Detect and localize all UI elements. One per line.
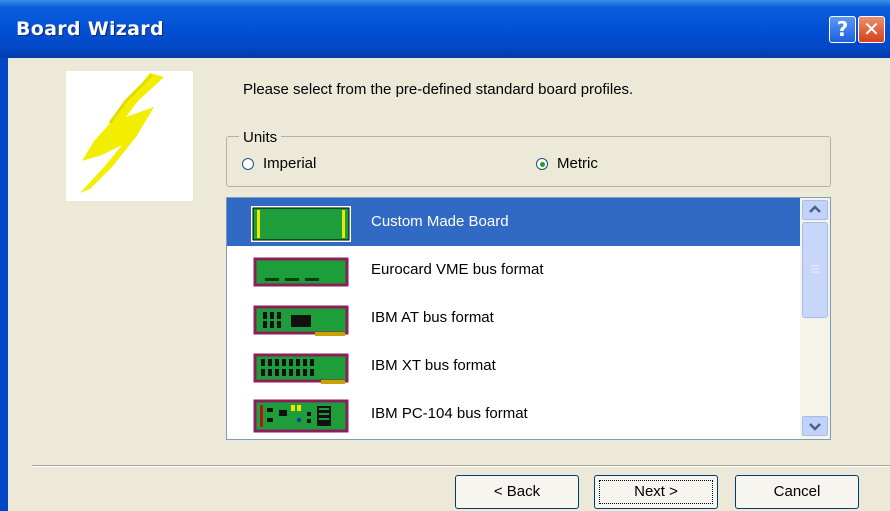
list-item-pc104[interactable]: IBM PC-104 bus format bbox=[227, 390, 800, 438]
scroll-down-button[interactable] bbox=[802, 416, 828, 436]
radio-checked-icon bbox=[536, 157, 548, 170]
metric-radio[interactable]: Metric bbox=[536, 155, 598, 172]
next-button[interactable]: Next > bbox=[594, 475, 718, 509]
list-item-eurocard[interactable]: Eurocard VME bus format bbox=[227, 246, 800, 294]
chevron-up-icon bbox=[809, 205, 821, 213]
grip-icon bbox=[811, 265, 819, 273]
lightning-icon bbox=[80, 73, 164, 193]
ibm-at-board-icon bbox=[253, 305, 349, 336]
ibm-xt-board-icon bbox=[253, 353, 349, 384]
list-item-ibm-xt[interactable]: IBM XT bus format bbox=[227, 342, 800, 390]
chevron-down-icon bbox=[809, 423, 821, 431]
item-label: IBM AT bus format bbox=[371, 309, 494, 326]
back-button[interactable]: < Back bbox=[455, 475, 579, 509]
imperial-radio[interactable]: Imperial bbox=[242, 155, 316, 172]
list-item-custom-board[interactable]: Custom Made Board bbox=[227, 198, 800, 246]
imperial-label: Imperial bbox=[263, 155, 317, 172]
pc104-board-icon bbox=[253, 399, 349, 433]
help-button[interactable]: ? bbox=[829, 16, 856, 43]
scroll-thumb[interactable] bbox=[802, 222, 828, 318]
footer-separator bbox=[32, 465, 890, 467]
units-legend: Units bbox=[239, 129, 282, 146]
eurocard-board-icon bbox=[253, 257, 349, 287]
window-title: Board Wizard bbox=[16, 18, 164, 40]
window-border bbox=[0, 58, 8, 511]
item-label: IBM PC-104 bus format bbox=[371, 405, 528, 422]
item-label: IBM XT bus format bbox=[371, 357, 496, 374]
scroll-up-button[interactable] bbox=[802, 200, 828, 220]
vertical-scrollbar[interactable] bbox=[800, 198, 830, 439]
item-label: Custom Made Board bbox=[371, 213, 509, 230]
board-profile-list[interactable]: Custom Made Board Eurocard VME bus forma… bbox=[226, 197, 831, 440]
radio-unchecked-icon bbox=[242, 157, 254, 170]
units-groupbox bbox=[226, 136, 831, 187]
item-label: Eurocard VME bus format bbox=[371, 261, 544, 278]
close-button[interactable]: ✕ bbox=[858, 16, 885, 43]
next-button-label: Next > bbox=[599, 480, 713, 504]
custom-board-icon bbox=[251, 206, 351, 242]
cancel-button[interactable]: Cancel bbox=[735, 475, 859, 509]
instruction-text: Please select from the pre-defined stand… bbox=[243, 81, 634, 98]
list-item-ibm-at[interactable]: IBM AT bus format bbox=[227, 294, 800, 342]
metric-label: Metric bbox=[557, 155, 598, 172]
wizard-logo bbox=[66, 71, 193, 201]
title-bar[interactable]: Board Wizard ? ✕ bbox=[0, 0, 890, 58]
